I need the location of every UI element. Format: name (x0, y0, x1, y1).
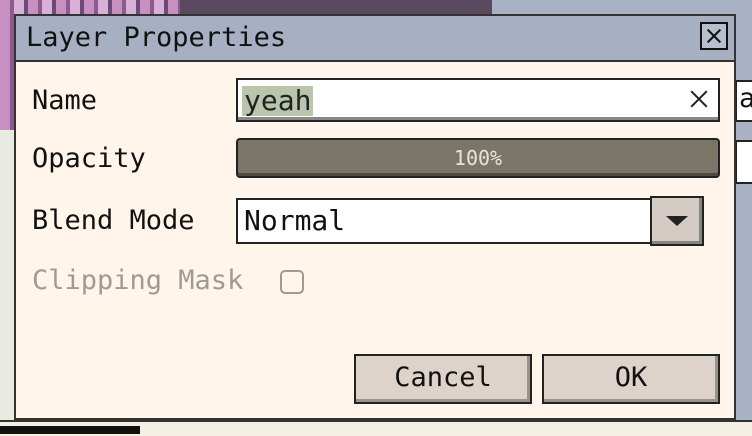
background-field-2 (735, 140, 752, 184)
blend-mode-dropdown-button[interactable] (650, 196, 704, 246)
close-icon[interactable] (700, 22, 728, 50)
name-label: Name (32, 85, 98, 116)
blend-mode-value: Normal (244, 204, 346, 237)
dialog-title: Layer Properties (26, 22, 287, 53)
opacity-value: 100% (453, 146, 503, 170)
opacity-slider[interactable]: 100% (236, 138, 720, 178)
opacity-label: Opacity (32, 143, 146, 174)
background-field-text: a (739, 83, 752, 114)
clipping-mask-checkbox[interactable] (280, 270, 304, 294)
background-bottom-block (0, 426, 140, 434)
clear-icon[interactable] (688, 88, 710, 110)
background-field: a (735, 80, 752, 122)
ok-button[interactable]: OK (542, 354, 720, 404)
cancel-button[interactable]: Cancel (354, 354, 532, 404)
layer-properties-dialog: Layer Properties Name yeah Opacity 100% … (14, 14, 736, 420)
dialog-titlebar[interactable]: Layer Properties (16, 16, 734, 62)
clipping-mask-label: Clipping Mask (32, 265, 244, 296)
name-input-value: yeah (242, 84, 314, 117)
blend-mode-select[interactable]: Normal (236, 198, 702, 244)
chevron-down-icon (666, 216, 688, 226)
blend-mode-label: Blend Mode (32, 205, 195, 236)
background-toolbar-strip (180, 0, 510, 14)
name-input[interactable]: yeah (236, 78, 720, 122)
